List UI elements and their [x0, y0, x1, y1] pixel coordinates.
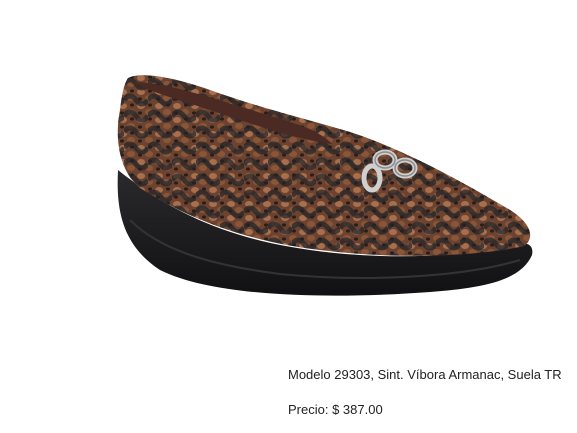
- price-value: $ 387.00: [332, 402, 383, 417]
- price-label: Precio:: [288, 402, 329, 417]
- product-image: [117, 75, 533, 296]
- product-description: Modelo 29303, Sint. Víbora Armanac, Suel…: [288, 367, 562, 382]
- product-price: Precio: $ 387.00: [288, 402, 383, 417]
